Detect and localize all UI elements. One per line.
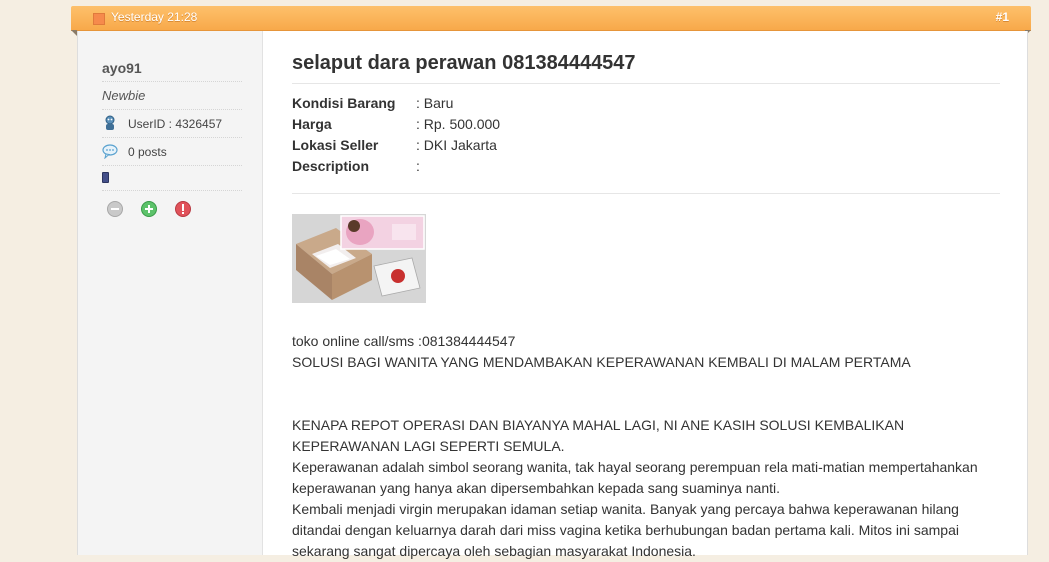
detail-value: : Rp. 500.000 xyxy=(416,116,501,132)
paragraph: Keperawanan adalah simbol seorang wanita… xyxy=(292,459,978,496)
post-status-icon xyxy=(93,13,105,25)
detail-row-location: Lokasi Seller : DKI Jakarta xyxy=(292,137,1000,158)
contact-line: toko online call/sms :081384444547 xyxy=(292,333,516,349)
post-text: toko online call/sms :081384444547 SOLUS… xyxy=(292,331,1000,562)
userid-icon xyxy=(102,115,118,136)
detail-row-condition: Kondisi Barang : Baru xyxy=(292,95,1000,116)
listing-details: Kondisi Barang: Baru Harga: Rp. 500.000 … xyxy=(292,95,1000,179)
posts-icon xyxy=(102,143,118,164)
reputation-icon xyxy=(102,172,109,183)
userid-row: UserID : 4326457 xyxy=(102,115,242,138)
detail-value: : DKI Jakarta xyxy=(416,137,497,153)
detail-label: Harga xyxy=(292,116,332,132)
content-divider xyxy=(292,193,1000,194)
headline-line: SOLUSI BAGI WANITA YANG MENDAMBAKAN KEPE… xyxy=(292,354,911,370)
detail-value: : xyxy=(416,158,420,174)
detail-label: Description xyxy=(292,158,370,174)
listing-title: selaput dara perawan 081384444547 xyxy=(292,52,1000,84)
report-icon[interactable] xyxy=(174,200,192,218)
paragraph: KENAPA REPOT OPERASI DAN BIAYANYA MAHAL … xyxy=(292,417,905,454)
posts-count: 0 posts xyxy=(128,145,167,159)
detail-row-price: Harga : Rp. 500.000 xyxy=(292,116,1000,137)
userid-text: UserID : 4326457 xyxy=(128,117,223,131)
neutral-rep-icon[interactable] xyxy=(106,200,124,218)
user-sidebar: ayo91 Newbie UserID : 4326457 0 posts xyxy=(78,31,263,555)
post-number-link[interactable]: #1 xyxy=(996,10,1009,24)
detail-row-description: Description: xyxy=(292,158,1000,179)
add-rep-icon[interactable] xyxy=(140,200,158,218)
detail-label: Kondisi Barang xyxy=(292,95,396,111)
product-image[interactable] xyxy=(292,214,426,303)
post-date: Yesterday 21:28 xyxy=(111,10,198,24)
detail-value: : Baru xyxy=(416,95,454,111)
post-header: Yesterday 21:28 #1 xyxy=(71,6,1031,36)
post-body: ayo91 Newbie UserID : 4326457 0 posts se… xyxy=(77,31,1028,559)
paragraph: Kembali menjadi virgin merupakan idaman … xyxy=(292,501,959,559)
detail-label: Lokasi Seller xyxy=(292,137,379,153)
user-title: Newbie xyxy=(102,88,242,110)
posts-row: 0 posts xyxy=(102,143,242,166)
reputation-row xyxy=(102,170,242,191)
username-link[interactable]: ayo91 xyxy=(102,60,242,82)
